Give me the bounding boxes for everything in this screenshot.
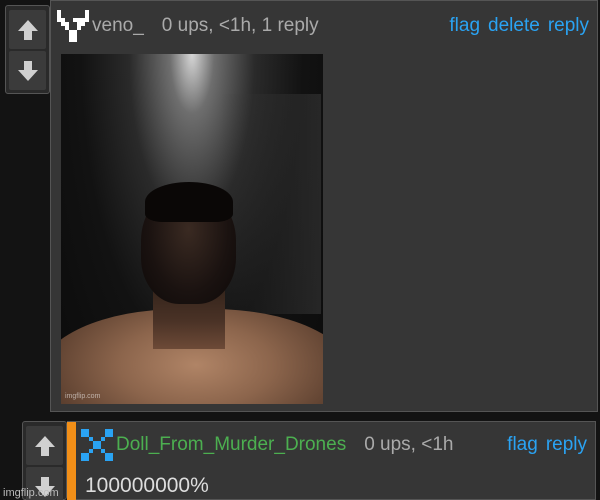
comment-text: 100000000%	[85, 474, 209, 497]
reply-header: Doll_From_Murder_Drones 0 ups, <1h flag …	[81, 427, 587, 463]
username-link[interactable]: veno_	[92, 15, 144, 37]
comment-header: veno_ 0 ups, <1h, 1 reply flag delete re…	[57, 9, 589, 43]
reply-comment: Doll_From_Murder_Drones 0 ups, <1h flag …	[67, 421, 596, 500]
comment-actions: flag reply	[507, 434, 587, 456]
site-watermark: imgflip.com	[3, 487, 59, 499]
meme-image[interactable]: imgflip.com	[61, 54, 323, 404]
reply-link[interactable]: reply	[546, 434, 587, 456]
comment: veno_ 0 ups, <1h, 1 reply flag delete re…	[50, 0, 598, 412]
username-link[interactable]: Doll_From_Murder_Drones	[116, 434, 346, 456]
new-reply-indicator	[67, 422, 76, 500]
reply-link[interactable]: reply	[548, 15, 589, 37]
upvote-button[interactable]	[9, 10, 46, 49]
arrow-up-icon	[17, 19, 38, 40]
comment-actions: flag delete reply	[449, 15, 589, 37]
comment-meta: 0 ups, <1h, 1 reply	[161, 15, 319, 36]
comment-thread: veno_ 0 ups, <1h, 1 reply flag delete re…	[0, 0, 600, 500]
user-avatar-icon[interactable]	[57, 10, 89, 42]
downvote-button[interactable]	[9, 51, 46, 90]
upvote-button[interactable]	[26, 426, 63, 465]
user-avatar-icon[interactable]	[81, 429, 113, 461]
vote-column	[5, 5, 50, 94]
arrow-down-icon	[17, 60, 38, 81]
comment-meta: 0 ups, <1h	[364, 434, 454, 455]
arrow-up-icon	[34, 435, 55, 456]
image-watermark: imgflip.com	[65, 393, 101, 400]
delete-link[interactable]: delete	[488, 15, 540, 37]
flag-link[interactable]: flag	[507, 434, 538, 456]
flag-link[interactable]: flag	[449, 15, 480, 37]
